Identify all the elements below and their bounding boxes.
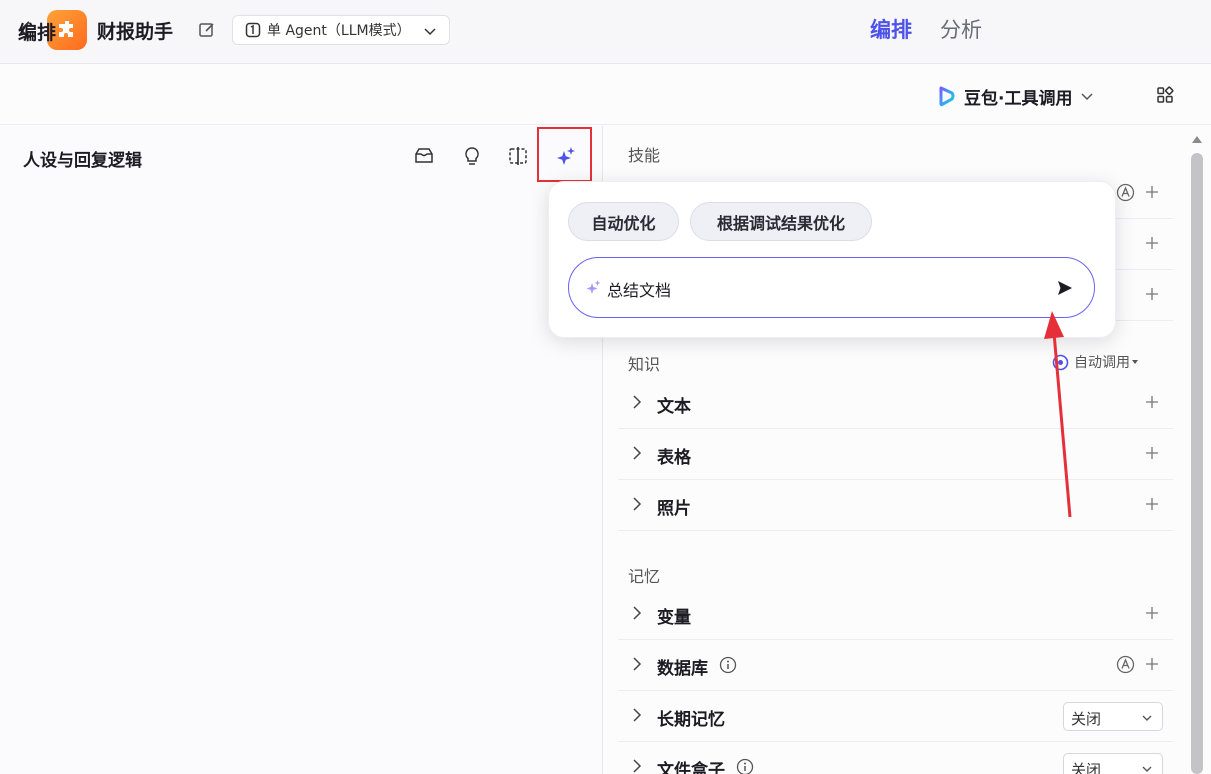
auto-optimize-chip[interactable]: 自动优化: [568, 202, 679, 241]
knowledge-item-label: 照片: [657, 499, 691, 519]
auto-call-icon: [1116, 655, 1135, 674]
persona-title: 人设与回复逻辑: [23, 151, 142, 171]
memory-item-label: 文件盒子: [657, 761, 725, 774]
caret-down-icon: [1132, 360, 1138, 364]
info-icon[interactable]: [719, 656, 737, 674]
doubao-logo-icon: [939, 86, 955, 107]
chevron-right-icon: [633, 606, 642, 620]
add-icon[interactable]: [1145, 395, 1159, 409]
skills-title: 技能: [628, 146, 661, 165]
prompt-library-icon[interactable]: [413, 145, 435, 167]
memory-item-variables[interactable]: 变量: [618, 589, 1173, 640]
add-icon[interactable]: [1145, 287, 1159, 301]
memory-item-label: 数据库: [657, 659, 708, 679]
auto-call-icon: [1116, 183, 1135, 202]
add-icon[interactable]: [1145, 497, 1159, 511]
optimize-prompt-input[interactable]: 总结文档: [568, 257, 1095, 318]
agent-mode-label: 单 Agent（LLM模式）: [267, 23, 411, 39]
model-select[interactable]: 豆包·工具调用: [936, 82, 1094, 110]
memory-item-label: 变量: [657, 608, 691, 628]
scroll-up-icon[interactable]: [1191, 134, 1203, 144]
memory-title: 记忆: [628, 567, 661, 586]
edit-icon[interactable]: [198, 21, 216, 39]
select-value: 关闭: [1071, 710, 1102, 728]
tab-orchestrate[interactable]: 编排: [870, 14, 912, 44]
chevron-right-icon: [633, 759, 642, 773]
knowledge-item-label: 表格: [657, 448, 691, 468]
memory-item-label: 长期记忆: [657, 710, 725, 730]
long-term-memory-select[interactable]: 关闭: [1063, 702, 1163, 731]
chevron-right-icon: [633, 497, 642, 511]
knowledge-item-photo[interactable]: 照片: [618, 480, 1173, 531]
chevron-down-icon: [1142, 715, 1152, 721]
sparkle-icon: [586, 280, 601, 294]
select-value: 关闭: [1071, 761, 1102, 774]
chevron-down-icon: [1081, 93, 1093, 101]
knowledge-item-label: 文本: [657, 397, 691, 417]
memory-item-file-box[interactable]: 文件盒子 关闭: [618, 742, 1173, 774]
lightbulb-icon[interactable]: [461, 145, 483, 167]
knowledge-item-table[interactable]: 表格: [618, 429, 1173, 480]
annotation-arrow: [1044, 311, 1072, 518]
add-icon[interactable]: [1145, 185, 1159, 199]
chevron-right-icon: [633, 446, 642, 460]
puzzle-icon: [59, 21, 73, 37]
highlight-box: [537, 127, 592, 182]
persona-panel: [0, 126, 602, 774]
file-box-select[interactable]: 关闭: [1063, 753, 1163, 774]
agent-mode-select[interactable]: 单 Agent（LLM模式）: [232, 15, 450, 45]
chevron-down-icon: [424, 28, 436, 36]
send-icon[interactable]: [1056, 279, 1074, 297]
chevron-right-icon: [633, 657, 642, 671]
model-label: 豆包·工具调用: [964, 88, 1073, 109]
app-title: 财报助手: [97, 21, 174, 43]
add-icon[interactable]: [1145, 236, 1159, 250]
add-icon[interactable]: [1145, 657, 1159, 671]
layout-grid-icon[interactable]: [1156, 86, 1174, 104]
chevron-down-icon: [1142, 766, 1152, 772]
tab-analyze[interactable]: 分析: [940, 14, 982, 44]
memory-item-database[interactable]: 数据库: [618, 640, 1173, 691]
prompt-input-text: 总结文档: [607, 281, 672, 300]
info-icon[interactable]: [736, 758, 754, 774]
memory-item-long-term[interactable]: 长期记忆 关闭: [618, 691, 1173, 742]
chevron-right-icon: [633, 708, 642, 722]
chevron-right-icon: [633, 395, 642, 409]
section-title: 编排: [18, 22, 57, 44]
add-icon[interactable]: [1145, 606, 1159, 620]
add-icon[interactable]: [1145, 446, 1159, 460]
scrollbar-thumb[interactable]: [1191, 153, 1203, 774]
agent-mode-icon: [245, 22, 261, 38]
knowledge-title: 知识: [628, 355, 661, 374]
knowledge-item-text[interactable]: 文本: [618, 378, 1173, 429]
split-view-icon[interactable]: [507, 145, 529, 167]
auto-call-label: 自动调用: [1074, 355, 1130, 371]
debug-optimize-chip[interactable]: 根据调试结果优化: [690, 202, 872, 241]
top-bar: [0, 0, 1211, 64]
